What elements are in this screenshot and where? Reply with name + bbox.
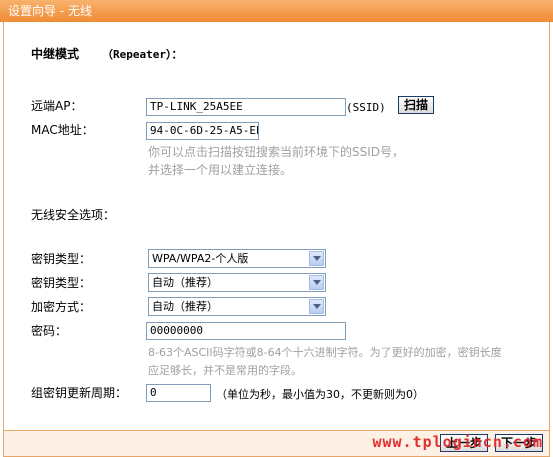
- key-type-label: 密钥类型：: [31, 252, 92, 266]
- group-key-note: （单位为秒，最小值为30，不更新则为0）: [216, 388, 424, 401]
- mac-label: MAC地址：: [31, 123, 94, 137]
- scan-button[interactable]: 扫描: [398, 96, 434, 114]
- password-hint-line2: 应足够长，并不是常用的字段。: [148, 364, 302, 377]
- key-type-value: WPA/WPA2-个人版: [152, 252, 249, 265]
- group-key-input[interactable]: 0: [146, 384, 211, 402]
- window-title: 设置向导 - 无线: [0, 0, 553, 22]
- wizard-content: 中继模式 （Repeater）： 远端AP： TP-LINK_25A5EE (S…: [3, 22, 550, 430]
- encryption-value: 自动（推荐）: [152, 300, 218, 313]
- mac-input[interactable]: 94-0C-6D-25-A5-EE: [146, 122, 259, 140]
- group-key-label: 组密钥更新周期：: [31, 386, 128, 400]
- password-hint-line1: 8-63个ASCII码字符或8-64个十六进制字符。为了更好的加密，密钥长度: [148, 346, 502, 359]
- encryption-select[interactable]: 自动（推荐）: [148, 297, 326, 316]
- chevron-down-icon[interactable]: [309, 275, 324, 290]
- encryption-label: 加密方式：: [31, 300, 92, 314]
- chevron-down-icon[interactable]: [309, 299, 324, 314]
- scan-hint-line2: 并选择一个用以建立连接。: [148, 163, 293, 177]
- ssid-suffix: (SSID): [346, 101, 386, 114]
- key-type2-value: 自动（推荐）: [152, 276, 218, 289]
- chevron-down-icon[interactable]: [309, 251, 324, 266]
- mode-label: 中继模式: [31, 47, 80, 61]
- key-type2-select[interactable]: 自动（推荐）: [148, 273, 326, 292]
- mode-value: （Repeater）：: [102, 48, 183, 61]
- wizard-window: 设置向导 - 无线 中继模式 （Repeater）： 远端AP： TP-LINK…: [0, 0, 553, 457]
- key-type2-label: 密钥类型：: [31, 276, 92, 290]
- scan-hint-line1: 你可以点击扫描按钮搜索当前环境下的SSID号，: [148, 145, 405, 159]
- remote-ap-label: 远端AP：: [31, 99, 83, 113]
- key-type-select[interactable]: WPA/WPA2-个人版: [148, 249, 326, 268]
- password-label: 密码：: [31, 324, 68, 338]
- security-section-title: 无线安全选项：: [31, 208, 116, 222]
- site-watermark: www.tplogincn.com: [372, 433, 543, 451]
- ssid-input[interactable]: TP-LINK_25A5EE: [146, 98, 346, 116]
- password-input[interactable]: 00000000: [146, 322, 346, 340]
